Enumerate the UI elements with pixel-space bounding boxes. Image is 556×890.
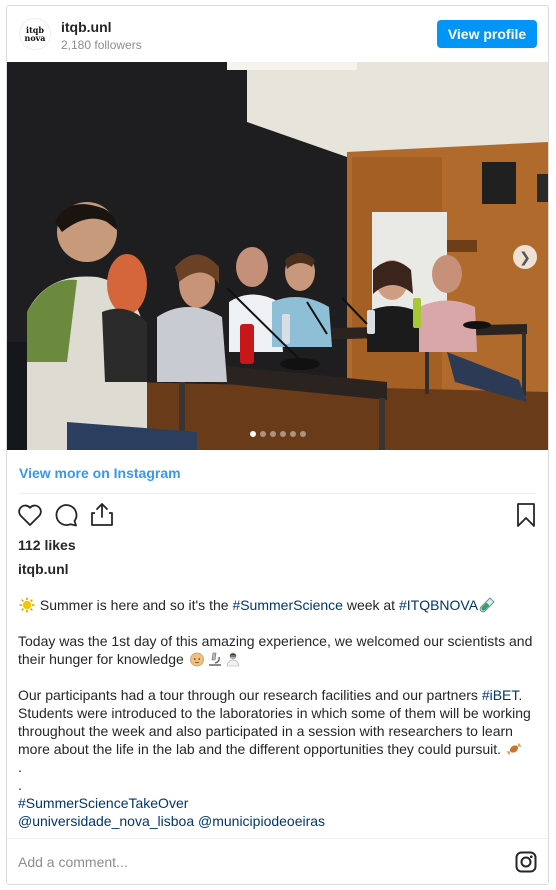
add-comment-input[interactable]: Add a comment...	[18, 854, 128, 870]
share-icon[interactable]	[89, 501, 115, 527]
comment-icon[interactable]	[53, 503, 79, 527]
caption-dot: .	[18, 759, 22, 775]
scientist-emoji-icon	[226, 652, 240, 667]
caption-text: week at	[342, 597, 399, 613]
username-link[interactable]: itqb.unl	[61, 19, 112, 35]
caption-text: Summer is here and so it's the	[36, 597, 233, 613]
carousel-dot	[279, 431, 286, 437]
view-profile-button[interactable]: View profile	[437, 20, 537, 48]
like-count[interactable]: 112 likes	[18, 537, 76, 553]
hashtag-link[interactable]: #ITQBNOVA	[399, 597, 478, 613]
caption-text: Today was the 1st day of this amazing ex…	[18, 633, 533, 667]
carousel-dot	[269, 431, 276, 437]
carousel-next-button[interactable]: ❯	[513, 245, 537, 269]
carousel-dot	[249, 431, 256, 437]
caption-dot: .	[18, 777, 22, 793]
hashtag-link[interactable]: #iBET	[482, 687, 519, 703]
hashtag-link[interactable]: #SummerScienceTakeOver	[18, 795, 188, 811]
divider	[7, 838, 548, 839]
instagram-embed-card: itqb nova itqb.unl 2,180 followers View …	[6, 5, 549, 885]
microscope-emoji-icon	[208, 652, 221, 666]
caption-author[interactable]: itqb.unl	[18, 561, 69, 577]
carousel-dot	[289, 431, 296, 437]
view-more-link[interactable]: View more on Instagram	[19, 465, 181, 481]
post-caption: Summer is here and so it's the #SummerSc…	[18, 596, 538, 830]
post-photo[interactable]: ❯	[7, 62, 548, 450]
bookmark-icon[interactable]	[514, 502, 538, 528]
follower-count: 2,180 followers	[61, 38, 142, 52]
hashtag-link[interactable]: #SummerScience	[232, 597, 343, 613]
instagram-icon[interactable]	[515, 851, 537, 873]
baby-emoji-icon	[189, 652, 204, 667]
caption-text: Our participants had a tour through our …	[18, 687, 482, 703]
post-header: itqb nova itqb.unl 2,180 followers View …	[7, 6, 548, 63]
test-tube-emoji-icon	[479, 597, 495, 613]
post-photo-image	[7, 62, 548, 450]
carousel-dot	[299, 431, 306, 437]
sun-emoji-icon	[19, 597, 35, 613]
candy-emoji-icon	[506, 742, 522, 756]
heart-icon[interactable]	[17, 503, 43, 527]
divider	[19, 493, 536, 494]
chevron-right-icon: ❯	[519, 248, 531, 265]
carousel-dot	[259, 431, 266, 437]
avatar[interactable]: itqb nova	[19, 18, 51, 50]
mention-link[interactable]: @universidade_nova_lisboa	[18, 813, 194, 829]
mention-link[interactable]: @municipiodeoeiras	[198, 813, 325, 829]
carousel-indicator	[249, 431, 306, 437]
